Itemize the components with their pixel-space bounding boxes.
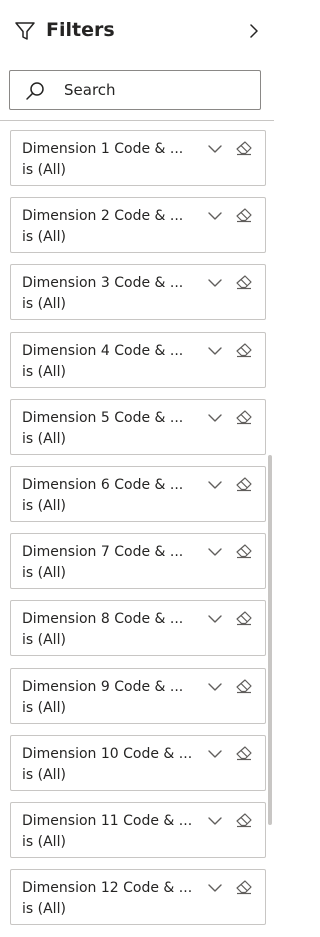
filter-card-title: Dimension 2 Code & ... (22, 208, 184, 225)
filter-card-title: Dimension 10 Code & ... (22, 745, 193, 762)
filter-card-condition: is (All) (22, 834, 66, 850)
filter-card[interactable]: Dimension 7 Code & ... is (All) (10, 533, 266, 590)
chevron-down-icon[interactable] (207, 208, 223, 222)
filter-card-title: Dimension 3 Code & ... (22, 275, 184, 292)
chevron-down-icon[interactable] (207, 813, 223, 827)
eraser-icon[interactable] (235, 274, 253, 290)
eraser-icon[interactable] (235, 879, 253, 895)
filters-header: Filters (0, 0, 274, 60)
eraser-icon[interactable] (235, 745, 253, 761)
search-icon (24, 80, 46, 102)
filter-card-title: Dimension 7 Code & ... (22, 544, 184, 561)
filter-card-title: Dimension 8 Code & ... (22, 611, 184, 628)
eraser-icon[interactable] (235, 476, 253, 492)
filter-card[interactable]: Dimension 6 Code & ... is (All) (10, 466, 266, 522)
chevron-down-icon[interactable] (207, 410, 223, 424)
eraser-icon[interactable] (235, 543, 253, 559)
filter-card[interactable]: Dimension 5 Code & ... is (All) (10, 398, 266, 455)
filter-card-condition: is (All) (22, 766, 66, 783)
filter-card-title: Dimension 6 Code & ... (22, 477, 184, 493)
search-input[interactable] (64, 77, 250, 103)
filter-card-title: Dimension 9 Code & ... (22, 678, 184, 695)
filter-card-title: Dimension 11 Code & ... (22, 813, 193, 829)
filter-card[interactable]: Dimension 11 Code & ... is (All) (10, 802, 266, 858)
eraser-icon[interactable] (235, 678, 253, 694)
filter-card[interactable]: Dimension 4 Code & ... is (All) (10, 331, 266, 388)
filter-card-title: Dimension 12 Code & ... (22, 880, 193, 897)
eraser-icon[interactable] (235, 610, 253, 626)
eraser-icon[interactable] (235, 812, 253, 828)
chevron-down-icon[interactable] (207, 343, 223, 357)
filter-card[interactable]: Dimension 8 Code & ... is (All) (10, 600, 266, 657)
filter-icon (14, 20, 36, 42)
filter-list: Dimension 1 Code & ... is (All) Dimension … (0, 121, 274, 937)
filter-card-condition: is (All) (22, 565, 66, 582)
chevron-down-icon[interactable] (207, 275, 223, 289)
filter-card-title: Dimension 5 Code & ... (22, 409, 184, 426)
filter-card[interactable]: Dimension 2 Code & ... is (All) (10, 197, 266, 254)
filter-card-title: Dimension 1 Code & ... (22, 141, 184, 157)
chevron-down-icon[interactable] (207, 477, 223, 491)
chevron-down-icon[interactable] (207, 611, 223, 625)
chevron-right-icon[interactable] (244, 20, 264, 42)
filter-card-condition: is (All) (22, 229, 66, 246)
filter-card-condition: is (All) (22, 363, 66, 380)
filter-card[interactable]: Dimension 3 Code & ... is (All) (10, 264, 266, 321)
filter-card-condition: is (All) (22, 632, 66, 649)
filter-card-condition: is (All) (22, 498, 66, 514)
filter-card[interactable]: Dimension 9 Code & ... is (All) (10, 667, 266, 724)
filter-card-title: Dimension 4 Code & ... (22, 342, 184, 359)
filter-card-condition: is (All) (22, 699, 66, 716)
filter-card-condition: is (All) (22, 430, 66, 447)
chevron-down-icon[interactable] (207, 544, 223, 558)
filter-card-condition: is (All) (22, 162, 66, 178)
chevron-down-icon[interactable] (207, 141, 223, 155)
filter-card[interactable]: Dimension 12 Code & ... is (All) (10, 869, 266, 926)
eraser-icon[interactable] (235, 207, 253, 223)
eraser-icon[interactable] (235, 342, 253, 358)
eraser-icon[interactable] (235, 409, 253, 425)
filters-pane: Filters Dimension 1 Code & ...is (All)Di… (0, 0, 274, 937)
chevron-down-icon[interactable] (207, 679, 223, 693)
filters-title: Filters (46, 19, 115, 41)
filter-card-condition: is (All) (22, 901, 66, 918)
filter-card[interactable]: Dimension 10 Code & ... is (All) (10, 734, 266, 791)
chevron-down-icon[interactable] (207, 880, 223, 894)
chevron-down-icon[interactable] (207, 746, 223, 760)
scrollbar-thumb[interactable] (268, 455, 272, 825)
filter-card[interactable]: Dimension 1 Code & ... is (All) (10, 130, 266, 186)
filter-card-condition: is (All) (22, 296, 66, 313)
search-box[interactable] (9, 70, 261, 110)
eraser-icon[interactable] (235, 140, 253, 156)
